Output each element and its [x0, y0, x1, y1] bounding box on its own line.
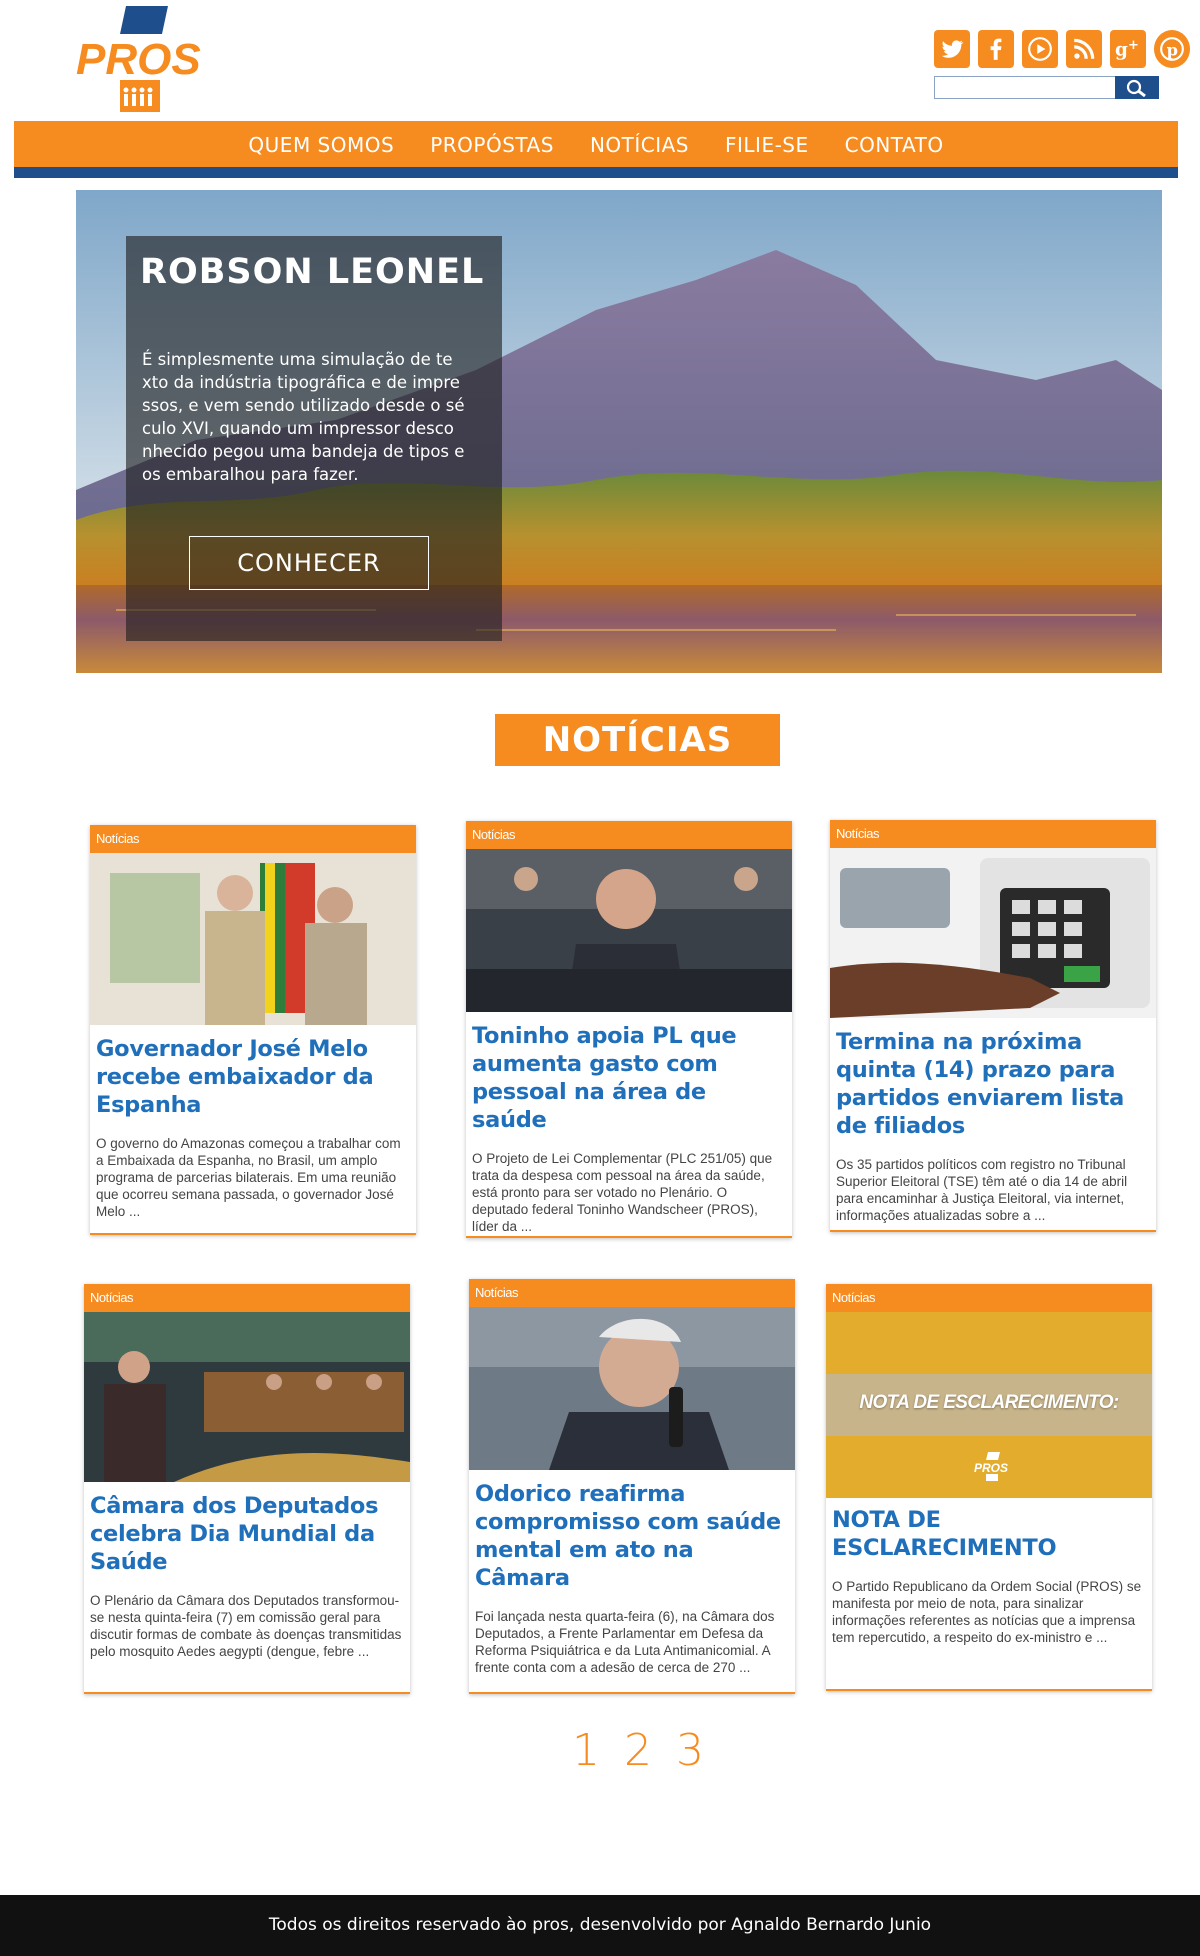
search-icon [1126, 79, 1146, 97]
news-card[interactable]: Notícias Câmara dos Deputados celebra Di… [84, 1284, 410, 1694]
news-card-excerpt: O governo do Amazonas começou a trabalha… [96, 1136, 401, 1219]
news-card-excerpt: Os 35 partidos políticos com registro no… [836, 1157, 1128, 1223]
footer-copyright: Todos os direitos reservado ào pros, des… [268, 1915, 932, 1935]
news-card-excerpt: Foi lançada nesta quarta-feira (6), na C… [475, 1609, 775, 1675]
news-card[interactable]: Notícias Termina na próxima quinta (14) … [830, 820, 1156, 1232]
news-card-tag: Notícias [466, 821, 792, 849]
news-card-image [90, 853, 416, 1025]
news-card-title[interactable]: Termina na próxima quinta (14) prazo par… [830, 1018, 1156, 1140]
search-button[interactable] [1115, 76, 1159, 99]
news-card-image [830, 848, 1156, 1018]
news-card[interactable]: Notícias Odorico reafirma compromisso co… [469, 1279, 795, 1694]
news-card-title[interactable]: Toninho apoia PL que aumenta gasto com p… [466, 1012, 792, 1134]
news-card[interactable]: Notícias Governador José Melo recebe emb… [90, 825, 416, 1235]
news-card-excerpt: O Plenário da Câmara dos Deputados trans… [90, 1593, 402, 1659]
news-card-image [466, 849, 792, 1012]
youtube-icon[interactable] [1022, 30, 1058, 68]
news-card-tag: Notícias [90, 825, 416, 853]
rss-icon[interactable] [1066, 30, 1102, 68]
pinterest-icon[interactable]: p [1154, 30, 1190, 68]
twitter-icon[interactable] [934, 30, 970, 68]
nav-filie-se[interactable]: FILIE-SE [725, 133, 809, 157]
svg-text:+: + [1128, 38, 1139, 53]
svg-text:g: g [1115, 40, 1128, 61]
news-card-title[interactable]: NOTA DE ESCLARECIMENTO [826, 1498, 1152, 1562]
hero-title: ROBSON LEONEL [140, 252, 485, 292]
page-2-link[interactable]: 2 [624, 1725, 652, 1776]
news-card-excerpt: O Partido Republicano da Ordem Social (P… [832, 1579, 1142, 1645]
news-card-title[interactable]: Câmara dos Deputados celebra Dia Mundial… [84, 1482, 410, 1576]
news-card-tag: Notícias [84, 1284, 410, 1312]
news-card-image [469, 1307, 795, 1470]
social-links: g + p [934, 30, 1190, 68]
news-card-tag: Notícias [469, 1279, 795, 1307]
news-card[interactable]: Notícias Toninho apoia PL que aumenta ga… [466, 821, 792, 1238]
pros-logo[interactable]: PROS [76, 6, 208, 116]
news-card-tag: Notícias [830, 820, 1156, 848]
conhecer-button[interactable]: CONHECER [189, 536, 429, 590]
nav-contato[interactable]: CONTATO [845, 133, 944, 157]
svg-text:PROS: PROS [974, 1461, 1008, 1475]
news-card-image: NOTA DE ESCLARECIMENTO: PROS [826, 1312, 1152, 1498]
search-input[interactable] [934, 76, 1115, 99]
svg-text:p: p [1167, 41, 1178, 60]
news-card-excerpt: O Projeto de Lei Complementar (PLC 251/0… [472, 1151, 773, 1234]
page-1-link[interactable]: 1 [572, 1725, 600, 1776]
hero-description: É simplesmente uma simulação de te xto d… [142, 350, 465, 484]
nav-quem-somos[interactable]: QUEM SOMOS [248, 133, 394, 157]
news-card-image [84, 1312, 410, 1482]
main-nav: QUEM SOMOS PROPÓSTAS NOTÍCIAS FILIE-SE C… [14, 121, 1178, 167]
news-card-title[interactable]: Odorico reafirma compromisso com saúde m… [469, 1470, 795, 1592]
pagination: 1 2 3 [572, 1725, 704, 1776]
nav-noticias[interactable]: NOTÍCIAS [590, 133, 689, 157]
news-card-tag: Notícias [826, 1284, 1152, 1312]
page-3-link[interactable]: 3 [676, 1725, 704, 1776]
hero-banner: ROBSON LEONEL É simplesmente uma simulaç… [76, 190, 1162, 673]
nota-image-caption: NOTA DE ESCLARECIMENTO: [859, 1392, 1119, 1413]
footer: Todos os direitos reservado ào pros, des… [0, 1895, 1200, 1956]
hero-info-panel: ROBSON LEONEL É simplesmente uma simulaç… [126, 236, 502, 641]
search-bar [934, 76, 1159, 99]
facebook-icon[interactable] [978, 30, 1014, 68]
google-plus-icon[interactable]: g + [1110, 30, 1146, 68]
news-section-title: NOTÍCIAS [495, 714, 780, 766]
news-card-title[interactable]: Governador José Melo recebe embaixador d… [90, 1025, 416, 1119]
nav-propostas[interactable]: PROPÓSTAS [430, 133, 554, 157]
news-card[interactable]: Notícias NOTA DE ESCLARECIMENTO: PROS NO… [826, 1284, 1152, 1691]
pros-small-logo: PROS [974, 1452, 1008, 1481]
svg-text:PROS: PROS [76, 35, 201, 84]
nav-stripe [14, 167, 1178, 178]
